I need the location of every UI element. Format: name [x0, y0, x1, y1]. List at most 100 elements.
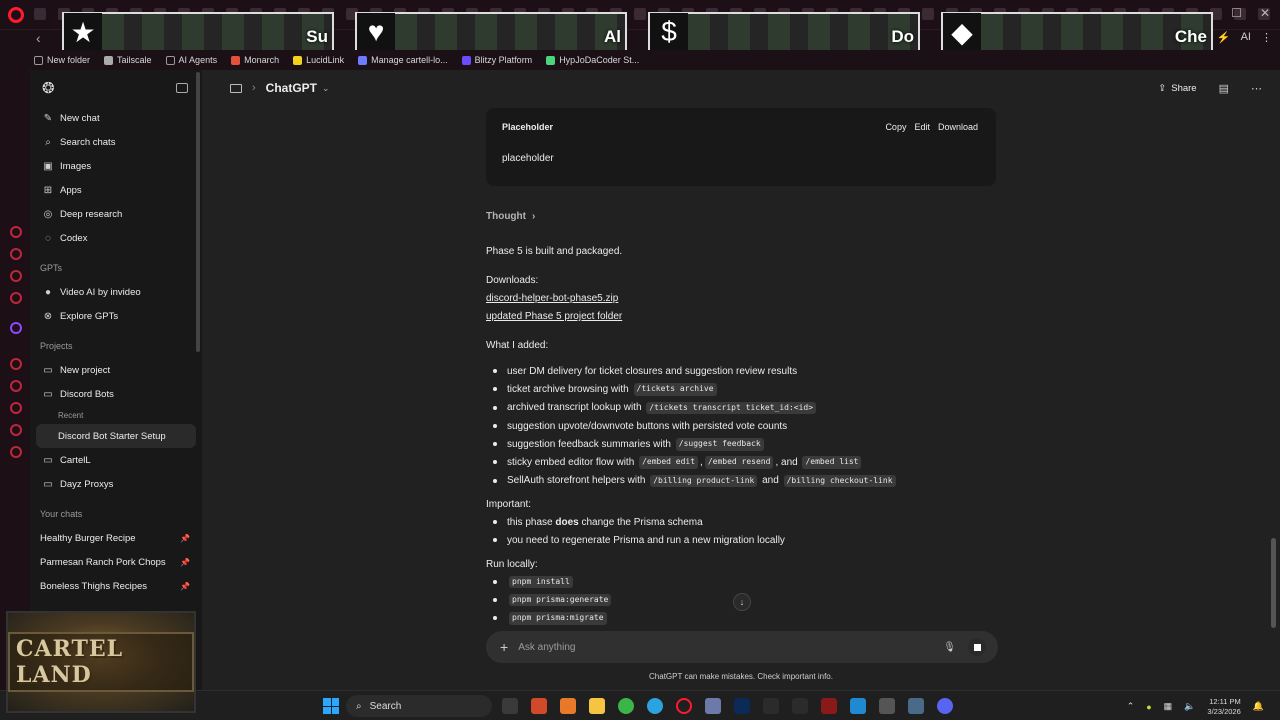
model-selector[interactable]: ChatGPT [266, 81, 317, 95]
opera-icon[interactable] [676, 698, 692, 714]
start-button[interactable] [323, 698, 339, 714]
sidebar-item-codex[interactable]: ◌ Codex [30, 226, 202, 250]
sidebar-app-icon[interactable] [10, 424, 22, 436]
vscode-icon[interactable] [850, 698, 866, 714]
taskbar-app-icon[interactable] [502, 698, 518, 714]
download-link-zip[interactable]: discord-helper-bot-phase5.zip [486, 292, 996, 305]
taskbar-app-icon[interactable] [705, 698, 721, 714]
back-arrow-icon[interactable]: ‹ [36, 30, 41, 46]
bookmark-tailscale[interactable]: Tailscale [104, 55, 152, 65]
sidebar-item-apps[interactable]: ⊞ Apps [30, 178, 202, 202]
main-scrollbar[interactable] [1271, 538, 1276, 628]
tray-app-icon[interactable]: ● [1146, 702, 1151, 712]
search-icon: ⌕ [45, 136, 51, 148]
overlay-text: Do [891, 27, 914, 46]
menu-icon[interactable]: ⋮ [1261, 31, 1272, 44]
opera-logo-icon[interactable] [8, 7, 24, 23]
telegram-icon[interactable] [647, 698, 663, 714]
taskbar-app-icon[interactable] [560, 698, 576, 714]
bookmark-hypjodacoder[interactable]: HypJoDaCoder St... [546, 55, 639, 65]
taskbar-app-icon[interactable] [531, 698, 547, 714]
main-panel: › ChatGPT ⌄ ⇪ Share ▤ ⋯ Placeholder Copy… [202, 70, 1280, 690]
bookmark-manage-cartell[interactable]: Manage cartell-lo... [358, 55, 448, 65]
sidebar-item-active-chat[interactable]: Discord Bot Starter Setup [36, 424, 196, 448]
bookmark-lucidlink[interactable]: LucidLink [293, 55, 344, 65]
taskbar-app-icon[interactable] [763, 698, 779, 714]
sidebar-item-discord-bots[interactable]: ▭ Discord Bots [30, 382, 202, 406]
taskbar-app-icon[interactable] [792, 698, 808, 714]
folder-icon[interactable] [230, 83, 242, 93]
clock[interactable]: 12:11 PM 3/23/2026 [1207, 697, 1240, 717]
bookmark-new-folder[interactable]: New folder [34, 55, 90, 65]
sidebar-item-search-chats[interactable]: ⌕ Search chats [30, 130, 202, 154]
sidebar-app-icon[interactable] [10, 248, 22, 260]
more-options-icon[interactable]: ⋯ [1251, 82, 1262, 95]
taskbar-app-icon[interactable] [879, 698, 895, 714]
stop-button[interactable] [968, 638, 986, 656]
sidebar-item-cartell[interactable]: ▭ CartelL [30, 448, 202, 472]
taskbar-app-icon[interactable] [908, 698, 924, 714]
sidebar-app-icon[interactable] [10, 358, 22, 370]
volume-icon[interactable]: 🔈 [1184, 701, 1195, 712]
openai-logo-icon[interactable]: ❂ [42, 79, 55, 97]
plus-icon[interactable]: + [500, 639, 508, 655]
sidebar-scrollbar[interactable] [196, 72, 200, 352]
important-label: Important: [486, 499, 532, 511]
opera-sidebar [0, 70, 30, 690]
bookmark-blitzy[interactable]: Blitzy Platform [461, 55, 532, 65]
chat-item[interactable]: Boneless Thighs Recipes 📌 [30, 574, 202, 598]
notification-icon[interactable]: 🔔 [1253, 701, 1264, 712]
document-icon[interactable]: ▤ [1219, 82, 1229, 95]
message-intro: Phase 5 is built and packaged. [486, 246, 623, 257]
chrome-icon[interactable] [618, 698, 634, 714]
scroll-to-bottom-button[interactable]: ↓ [733, 593, 751, 611]
sidebar-app-icon[interactable] [10, 446, 22, 458]
close-icon[interactable]: ✕ [1260, 6, 1270, 20]
edit-button[interactable]: Edit [914, 122, 930, 134]
sidebar-app-icon[interactable] [10, 292, 22, 304]
twitch-icon[interactable] [10, 322, 22, 334]
list-item: pnpm install [486, 573, 996, 591]
copy-button[interactable]: Copy [885, 122, 906, 134]
sidebar-app-icon[interactable] [10, 402, 22, 414]
sidebar-app-icon[interactable] [10, 380, 22, 392]
chevron-up-icon[interactable]: ⌃ [1127, 701, 1135, 712]
bookmark-ai-agents[interactable]: AI Agents [165, 55, 217, 65]
download-button[interactable]: Download [938, 122, 978, 134]
inline-code: /tickets archive [633, 383, 717, 396]
download-link-folder[interactable]: updated Phase 5 project folder [486, 310, 996, 323]
thought-toggle[interactable]: Thought › [486, 210, 996, 223]
search-icon: ⌕ [356, 700, 362, 712]
message-input[interactable]: Ask anything [518, 642, 943, 653]
taskbar-search[interactable]: ⌕ Search [346, 695, 492, 717]
inline-code: /tickets transcript ticket_id:<id> [646, 401, 817, 414]
share-button[interactable]: ⇪ Share [1158, 83, 1196, 94]
photoshop-icon[interactable] [734, 698, 750, 714]
discord-icon[interactable] [937, 698, 953, 714]
sidebar-item-images[interactable]: ▣ Images [30, 154, 202, 178]
sidebar-app-icon[interactable] [10, 270, 22, 282]
microphone-icon[interactable]: 🎙 [943, 642, 956, 653]
hyp-icon [546, 55, 556, 65]
bookmark-monarch[interactable]: Monarch [231, 55, 279, 65]
chat-item[interactable]: Parmesan Ranch Pork Chops 📌 [30, 550, 202, 574]
sidebar-item-new-chat[interactable]: ✎ New chat [30, 106, 202, 130]
file-explorer-icon[interactable] [589, 698, 605, 714]
maximize-icon[interactable]: ☐ [1231, 6, 1242, 20]
chat-item[interactable]: Healthy Burger Recipe 📌 [30, 526, 202, 550]
taskbar-app-icon[interactable] [821, 698, 837, 714]
chevron-down-icon[interactable]: ⌄ [322, 83, 330, 94]
sidebar-item-explore-gpts[interactable]: ⊗ Explore GPTs [30, 304, 202, 328]
stream-overlay-card: ★ Su [62, 12, 334, 52]
extension-icon[interactable]: ⚡ [1217, 31, 1231, 44]
sidebar-toggle-icon[interactable] [176, 83, 188, 93]
network-icon[interactable]: ▦ [1164, 701, 1173, 712]
sidebar-app-icon[interactable] [10, 226, 22, 238]
blitzy-icon [461, 55, 471, 65]
sidebar-item-dayz-proxys[interactable]: ▭ Dayz Proxys [30, 472, 202, 496]
sidebar-item-video-ai[interactable]: ● Video AI by invideo [30, 280, 202, 304]
ai-button[interactable]: AI [1241, 31, 1251, 44]
gpt-avatar-icon: ● [44, 286, 52, 298]
sidebar-item-new-project[interactable]: ▭ New project [30, 358, 202, 382]
sidebar-item-deep-research[interactable]: ◎ Deep research [30, 202, 202, 226]
